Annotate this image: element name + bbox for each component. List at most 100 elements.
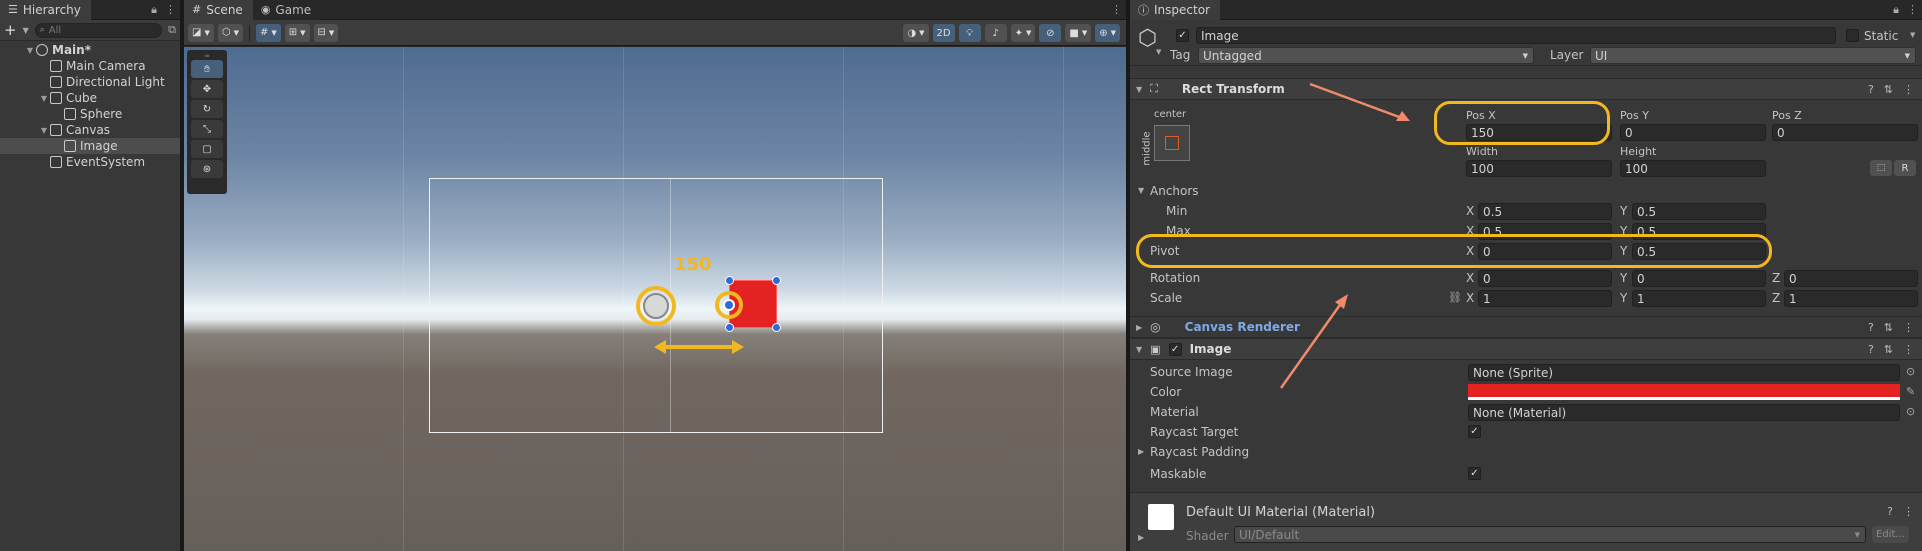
palette-grip[interactable]: ═ (191, 52, 223, 60)
gameobject-cube-icon (64, 140, 76, 152)
pivot-handle[interactable] (723, 299, 735, 311)
chevron-down-icon: ▼ (300, 28, 306, 37)
chevron-down-icon: ▼ (233, 28, 239, 37)
scale-tool-button[interactable]: ⤡ (191, 120, 223, 138)
transform-tool-button[interactable]: ⊛ (191, 160, 223, 178)
rotate-tool-button[interactable]: ↻ (191, 100, 223, 118)
more-menu-icon[interactable]: ⋮ (165, 3, 176, 17)
chevron-down-icon[interactable]: ▼ (38, 126, 50, 135)
chevron-down-icon: ▼ (919, 29, 925, 37)
gameobject-cube-icon (50, 156, 62, 168)
effects-button[interactable]: ✦ ▼ (1010, 24, 1036, 42)
hierarchy-item-label: Main* (52, 43, 91, 57)
rect-handle[interactable] (772, 323, 781, 332)
hierarchy-tabbar: ☰ Hierarchy 🔒︎ ⋮ (0, 0, 180, 20)
scene-grid-icon: # (192, 3, 202, 16)
divider (248, 24, 250, 41)
cube-outline-icon: ⬡ (221, 27, 231, 38)
anchor-flower-icon (643, 293, 669, 319)
rect-tool-button[interactable]: ▢ (191, 140, 223, 158)
move-tool-button[interactable]: ✥ (191, 80, 223, 98)
hierarchy-search-input[interactable]: ⌕ All (34, 22, 163, 38)
gameobject-cube-icon (50, 60, 62, 72)
lightbulb-icon: 💡︎ (966, 27, 974, 39)
scene-viewport[interactable]: ═ ✋︎ ✥ ↻ ⤡ ▢ ⊛ 150 (184, 47, 1126, 551)
hierarchy-item[interactable]: Main Camera (0, 58, 180, 74)
snap-icon: ⊞ (288, 27, 298, 38)
hierarchy-tab-controls: 🔒︎ ⋮ (151, 3, 176, 17)
tab-game[interactable]: ◉ Game (252, 0, 322, 20)
snap-button[interactable]: ⊞ ▼ (284, 23, 310, 42)
hierarchy-toolbar: + ▼ ⌕ All ⧉ (0, 20, 180, 41)
hierarchy-tab-label: Hierarchy (22, 2, 81, 17)
scene-tab-controls: ⋮ (1111, 3, 1122, 16)
eye-off-icon: ⊘ (1046, 27, 1055, 39)
measure-arrow (654, 340, 744, 354)
rect-handle[interactable] (725, 323, 734, 332)
hierarchy-item-label: Directional Light (66, 75, 165, 89)
annotation-arrows (1279, 82, 1410, 389)
camera-button[interactable]: ■ ▼ (1065, 24, 1092, 42)
hierarchy-item-label: EventSystem (66, 155, 146, 169)
hand-icon: ✋︎ (204, 63, 210, 75)
hierarchy-item[interactable]: Sphere (0, 106, 180, 122)
list-icon: ☰ (8, 3, 18, 16)
effects-icon: ✦ (1014, 27, 1023, 39)
pos-measure-label: 150 (674, 254, 712, 275)
move-icon: ✥ (202, 83, 212, 95)
hierarchy-item[interactable]: ▼ Cube (0, 90, 180, 106)
chevron-down-icon[interactable]: ▼ (23, 26, 29, 35)
hierarchy-tree: ▼ Main* Main Camera Directional Light ▼ Cube S… (0, 41, 180, 170)
hierarchy-item-label: Main Camera (66, 59, 146, 73)
chevron-down-icon[interactable]: ▼ (38, 94, 50, 103)
chevron-down-icon: ▼ (1081, 29, 1088, 37)
chevron-down-icon[interactable]: ▼ (24, 46, 36, 55)
speaker-icon: ♪ (992, 27, 999, 39)
hierarchy-item[interactable]: Directional Light (0, 74, 180, 90)
scene-tabbar: # Scene ◉ Game ⋮ (184, 0, 1126, 20)
lighting-toggle-button[interactable]: 💡︎ (958, 24, 981, 42)
gameobject-cube-icon (50, 124, 62, 136)
hierarchy-item[interactable]: Image (0, 138, 180, 154)
grid-toggle-button[interactable]: # ▼ (255, 23, 281, 42)
view-options-button[interactable]: ⬡ ▼ (217, 23, 243, 42)
chevron-down-icon: ▼ (1025, 29, 1032, 37)
tab-game-label: Game (275, 2, 312, 17)
add-icon[interactable]: + (4, 21, 17, 39)
hierarchy-item-label: Sphere (80, 107, 123, 121)
ruler-icon: ⊟ (317, 27, 326, 38)
camera-icon: ■ (1069, 27, 1079, 39)
hierarchy-item[interactable]: EventSystem (0, 154, 180, 170)
grid-icon: # (259, 27, 269, 38)
visibility-toggle-button[interactable]: ⊘ (1039, 24, 1062, 42)
hierarchy-tab[interactable]: ☰ Hierarchy (0, 0, 91, 20)
rotate-icon: ↻ (202, 103, 212, 115)
rect-handle[interactable] (772, 276, 781, 285)
draw-mode-button[interactable]: ◑ ▼ (903, 24, 929, 42)
shading-icon: ◪ (192, 27, 202, 38)
rect-handle[interactable] (725, 276, 734, 285)
more-menu-icon[interactable]: ⋮ (1111, 3, 1122, 16)
hierarchy-item[interactable]: ▼ Canvas (0, 122, 180, 138)
mode-2d-label: 2D (936, 27, 951, 39)
hand-tool-button[interactable]: ✋︎ (191, 60, 223, 78)
increment-snap-button[interactable]: ⊟ ▼ (313, 23, 339, 42)
hierarchy-item-label: Cube (66, 91, 97, 105)
audio-toggle-button[interactable]: ♪ (984, 24, 1007, 42)
scale-icon: ⤡ (203, 123, 211, 135)
search-icon: ⌕ (39, 25, 45, 35)
tab-scene[interactable]: # Scene (184, 0, 253, 20)
transform-icon: ⊛ (202, 163, 212, 175)
lock-icon[interactable]: 🔒︎ (151, 3, 157, 17)
chevron-down-icon: ▼ (271, 28, 277, 37)
chevron-down-icon: ▼ (328, 28, 335, 37)
search-placeholder: All (48, 24, 62, 36)
gamepad-icon: ◉ (260, 3, 271, 16)
scene-panel: # Scene ◉ Game ⋮ ◪ ▼ ⬡ ▼ # ▼ ⊞ ▼ ⊟ ▼ ◑ ▼ 2D 💡︎… (184, 0, 1126, 551)
shading-mode-button[interactable]: ◪ ▼ (188, 23, 214, 42)
mode-2d-button[interactable]: 2D (932, 24, 955, 42)
hierarchy-item[interactable]: ▼ Main* (0, 42, 180, 58)
filter-icon[interactable]: ⧉ (168, 23, 176, 37)
gizmos-button[interactable]: ⊕ ▼ (1095, 24, 1120, 42)
scene-unity-icon (36, 44, 48, 56)
